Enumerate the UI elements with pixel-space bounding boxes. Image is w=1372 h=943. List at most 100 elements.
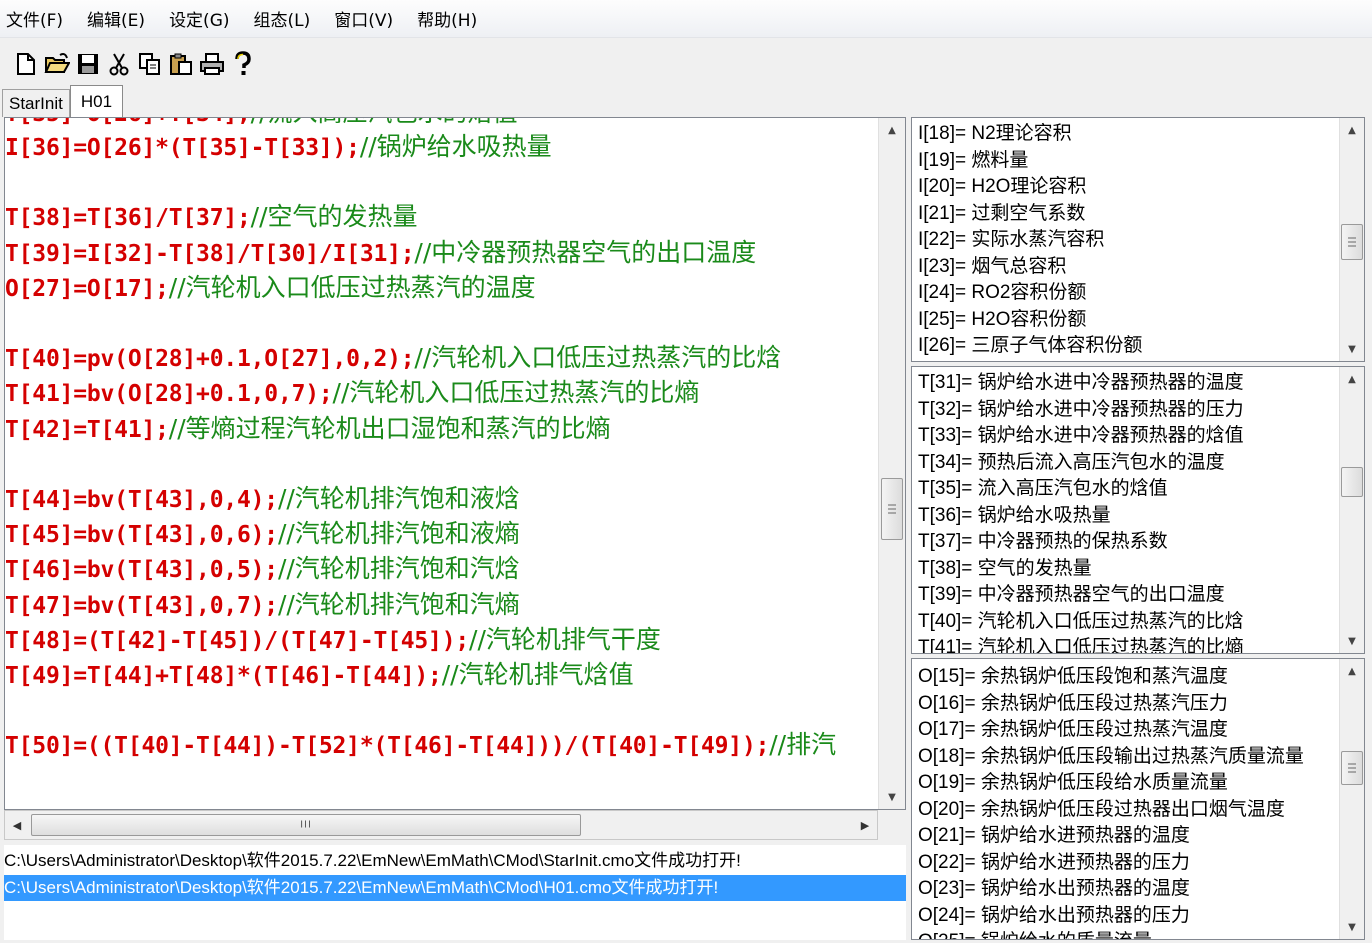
code-statement: I[36]=O[26]*(T[35]-T[33]); <box>5 135 360 161</box>
code-line[interactable]: T[50]=((T[40]-T[44])-T[52]*(T[46]-T[44])… <box>5 730 836 762</box>
code-comment: //汽轮机排汽饱和汽熵 <box>277 589 520 619</box>
tab-h01[interactable]: H01 <box>69 85 124 117</box>
code-line[interactable]: T[48]=(T[42]-T[45])/(T[47]-T[45]);//汽轮机排… <box>5 625 661 657</box>
code-line[interactable]: T[39]=I[32]-T[38]/T[30]/I[31];//中冷器预热器空气… <box>5 238 756 270</box>
menu-settings[interactable]: 设定(G) <box>169 6 229 31</box>
code-comment: //中冷器预热器空气的出口温度 <box>414 237 757 267</box>
variable-list-item[interactable]: O[15]= 余热锅炉低压段饱和蒸汽温度 <box>918 664 1338 691</box>
variable-list-item[interactable]: O[17]= 余热锅炉低压段过热蒸汽温度 <box>918 717 1338 744</box>
variable-list-item[interactable]: T[32]= 锅炉给水进中冷器预热器的压力 <box>918 397 1338 424</box>
code-line[interactable]: T[45]=bv(T[43],0,6);//汽轮机排汽饱和液熵 <box>5 519 520 551</box>
output-log[interactable]: C:\Users\Administrator\Desktop\软件2015.7.… <box>4 845 906 940</box>
scroll-down-arrow-icon[interactable]: ▼ <box>1340 917 1364 937</box>
menu-window[interactable]: 窗口(V) <box>334 6 393 31</box>
variable-list-item[interactable]: T[36]= 锅炉给水吸热量 <box>918 503 1338 530</box>
output-variables-panel[interactable]: O[15]= 余热锅炉低压段饱和蒸汽温度 O[16]= 余热锅炉低压段过热蒸汽压力… <box>911 658 1365 940</box>
scroll-up-arrow-icon[interactable]: ▲ <box>1340 120 1364 140</box>
save-disk-icon <box>78 54 98 74</box>
scroll-up-arrow-icon[interactable]: ▲ <box>1340 661 1364 681</box>
variable-list-item[interactable]: I[26]= 三原子气体容积份额 <box>918 333 1338 360</box>
variable-list-item[interactable]: O[24]= 锅炉给水出预热器的压力 <box>918 903 1338 930</box>
variable-list-item[interactable]: I[21]= 过剩空气系数 <box>918 201 1338 228</box>
input-panel-scrollbar[interactable]: ▲ ▼ <box>1339 118 1364 361</box>
code-line[interactable]: O[27]=O[17];//汽轮机入口低压过热蒸汽的温度 <box>5 273 536 305</box>
code-line[interactable]: T[49]=T[44]+T[48]*(T[46]-T[44]);//汽轮机排气焓… <box>5 660 634 692</box>
variable-list-item[interactable]: O[16]= 余热锅炉低压段过热蒸汽压力 <box>918 691 1338 718</box>
new-file-icon <box>17 53 35 75</box>
code-statement: T[50]=((T[40]-T[44])-T[52]*(T[46]-T[44])… <box>5 733 770 760</box>
code-line[interactable]: T[38]=T[36]/T[37];//空气的发热量 <box>5 202 418 234</box>
variable-list-item[interactable]: T[38]= 空气的发热量 <box>918 556 1338 583</box>
temp-variables-list: T[31]= 锅炉给水进中冷器预热器的温度 T[32]= 锅炉给水进中冷器预热器的… <box>918 370 1338 653</box>
editor-scroll-thumb[interactable] <box>881 478 903 540</box>
code-line[interactable]: I[36]=O[26]*(T[35]-T[33]);//锅炉给水吸热量 <box>5 132 552 164</box>
save-button[interactable] <box>74 49 102 79</box>
scroll-right-arrow-icon[interactable]: ▶ <box>853 811 877 839</box>
temp-panel-scroll-thumb[interactable] <box>1341 467 1363 497</box>
cut-button[interactable] <box>105 49 133 79</box>
paste-button[interactable] <box>167 49 195 79</box>
variable-list-item[interactable]: I[22]= 实际水蒸汽容积 <box>918 227 1338 254</box>
variable-list-item[interactable]: T[37]= 中冷器预热的保热系数 <box>918 529 1338 556</box>
menu-file[interactable]: 文件(F) <box>6 6 63 31</box>
code-comment: //汽轮机入口低压过热蒸汽的比熵 <box>332 378 700 408</box>
editor-vertical-scrollbar[interactable]: ▲ ▼ <box>878 118 905 809</box>
tab-starinit[interactable]: StarInit <box>2 89 70 117</box>
horizontal-scroll-thumb[interactable]: III <box>31 814 581 836</box>
scroll-left-arrow-icon[interactable]: ◀ <box>5 811 29 839</box>
variable-list-item[interactable]: O[21]= 锅炉给水进预热器的温度 <box>918 823 1338 850</box>
variable-list-item[interactable]: I[18]= N2理论容积 <box>918 121 1338 148</box>
code-line[interactable]: T[42]=T[41];//等熵过程汽轮机出口湿饱和蒸汽的比熵 <box>5 414 611 446</box>
menu-configuration[interactable]: 组态(L) <box>254 6 311 31</box>
open-file-button[interactable] <box>43 49 71 79</box>
variable-list-item[interactable]: T[39]= 中冷器预热器空气的出口温度 <box>918 582 1338 609</box>
copy-button[interactable] <box>136 49 164 79</box>
code-line[interactable]: T[41]=bv(O[28]+0.1,0,7);//汽轮机入口低压过热蒸汽的比熵 <box>5 378 699 410</box>
variable-list-item[interactable]: O[19]= 余热锅炉低压段给水质量流量 <box>918 770 1338 797</box>
scroll-up-arrow-icon[interactable]: ▲ <box>879 120 905 140</box>
variable-list-item[interactable]: T[31]= 锅炉给水进中冷器预热器的温度 <box>918 370 1338 397</box>
menu-help[interactable]: 帮助(H) <box>417 6 477 31</box>
variable-list-item[interactable]: I[24]= RO2容积份额 <box>918 280 1338 307</box>
scroll-down-arrow-icon[interactable]: ▼ <box>1340 631 1364 651</box>
output-panel-scroll-thumb[interactable] <box>1341 751 1363 785</box>
variable-list-item[interactable]: T[41]= 汽轮机入口低压过热蒸汽的比熵 <box>918 635 1338 653</box>
code-area[interactable]: T[35]=O[26]+T[34];//流入高压汽包水的焓值 I[36]=O[2… <box>5 118 879 809</box>
variable-list-item[interactable]: O[20]= 余热锅炉低压段过热器出口烟气温度 <box>918 797 1338 824</box>
code-line[interactable]: T[44]=bv(T[43],0,4);//汽轮机排汽饱和液焓 <box>5 484 520 516</box>
help-button[interactable] <box>229 49 257 79</box>
variable-list-item[interactable]: O[18]= 余热锅炉低压段输出过热蒸汽质量流量 <box>918 744 1338 771</box>
variable-list-item[interactable]: T[35]= 流入高压汽包水的焓值 <box>918 476 1338 503</box>
open-folder-icon <box>44 53 70 73</box>
code-statement: T[48]=(T[42]-T[45])/(T[47]-T[45]); <box>5 627 470 654</box>
menu-edit[interactable]: 编辑(E) <box>87 6 145 31</box>
variable-list-item[interactable]: I[19]= 燃料量 <box>918 148 1338 175</box>
code-line[interactable]: T[40]=pv(O[28]+0.1,O[27],0,2);//汽轮机入口低压过… <box>5 343 781 375</box>
variable-list-item[interactable]: I[23]= 烟气总容积 <box>918 254 1338 281</box>
variable-list-item[interactable]: T[34]= 预热后流入高压汽包水的温度 <box>918 450 1338 477</box>
new-file-button[interactable] <box>12 49 40 79</box>
input-variables-panel[interactable]: I[18]= N2理论容积 I[19]= 燃料量 I[20]= H2O理论容积 I[2… <box>911 117 1365 362</box>
variable-list-item[interactable]: O[22]= 锅炉给水进预热器的压力 <box>918 850 1338 877</box>
scroll-down-arrow-icon[interactable]: ▼ <box>879 787 905 807</box>
variable-list-item[interactable]: T[33]= 锅炉给水进中冷器预热器的焓值 <box>918 423 1338 450</box>
output-panel-scrollbar[interactable]: ▲ ▼ <box>1339 659 1364 939</box>
variable-list-item[interactable]: O[23]= 锅炉给水出预热器的温度 <box>918 876 1338 903</box>
code-editor[interactable]: T[35]=O[26]+T[34];//流入高压汽包水的焓值 I[36]=O[2… <box>4 117 906 810</box>
temp-variables-panel[interactable]: T[31]= 锅炉给水进中冷器预热器的温度 T[32]= 锅炉给水进中冷器预热器的… <box>911 366 1365 654</box>
code-line[interactable]: T[47]=bv(T[43],0,7);//汽轮机排汽饱和汽熵 <box>5 590 520 622</box>
scroll-down-arrow-icon[interactable]: ▼ <box>1340 339 1364 359</box>
code-line[interactable]: T[46]=bv(T[43],0,5);//汽轮机排汽饱和汽焓 <box>5 554 520 586</box>
copy-icon <box>139 53 160 75</box>
editor-horizontal-scrollbar[interactable]: ◀ III ▶ <box>4 810 878 840</box>
log-line-starinit[interactable]: C:\Users\Administrator\Desktop\软件2015.7.… <box>4 848 906 874</box>
variable-list-item[interactable]: I[20]= H2O理论容积 <box>918 174 1338 201</box>
print-button[interactable] <box>198 49 226 79</box>
temp-panel-scrollbar[interactable]: ▲ ▼ <box>1339 367 1364 653</box>
variable-list-item[interactable]: O[25]= 锅炉给水的质量流量 <box>918 929 1338 939</box>
variable-list-item[interactable]: T[40]= 汽轮机入口低压过热蒸汽的比焓 <box>918 609 1338 636</box>
variable-list-item[interactable]: I[25]= H2O容积份额 <box>918 307 1338 334</box>
log-line-h01[interactable]: C:\Users\Administrator\Desktop\软件2015.7.… <box>4 875 906 901</box>
scroll-up-arrow-icon[interactable]: ▲ <box>1340 369 1364 389</box>
input-panel-scroll-thumb[interactable] <box>1341 224 1363 260</box>
